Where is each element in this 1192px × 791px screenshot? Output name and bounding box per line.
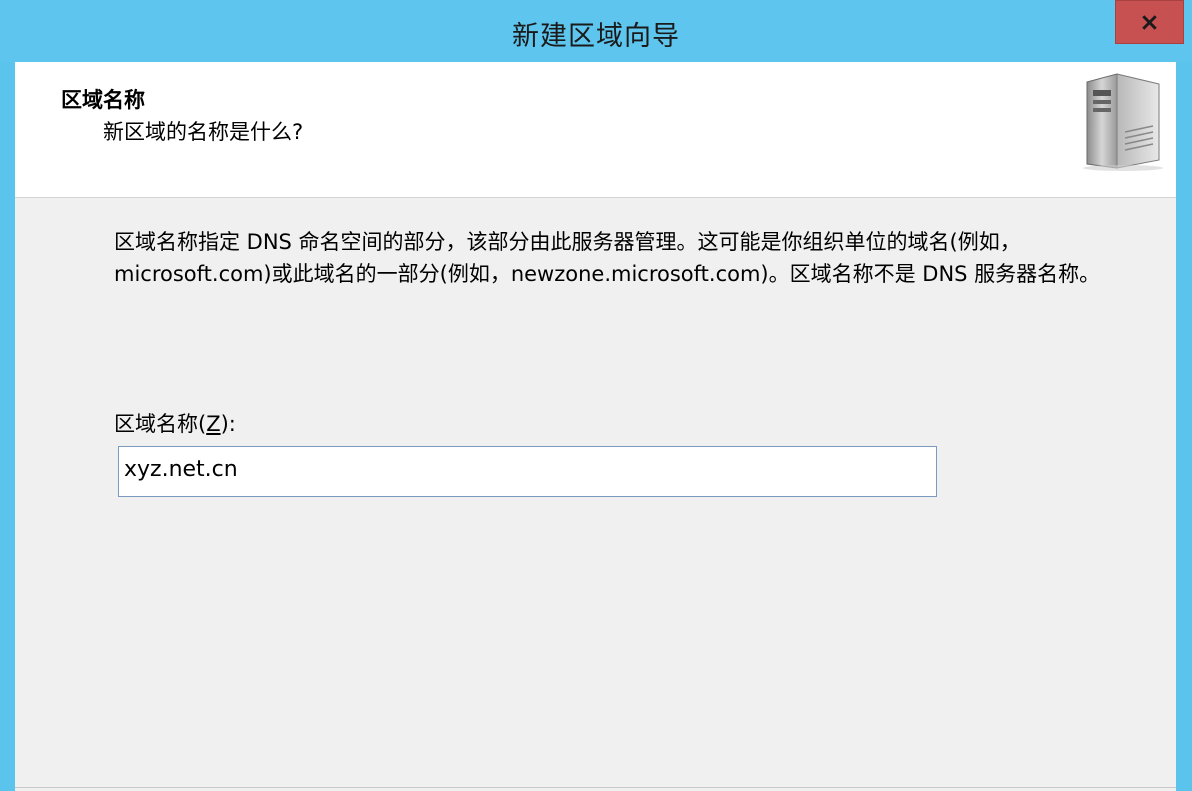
bottom-divider [15, 787, 1176, 791]
close-icon [1142, 15, 1157, 30]
close-button[interactable] [1115, 0, 1184, 44]
page-title: 区域名称 [61, 88, 145, 112]
zone-name-label-text: 区域名称( [114, 412, 207, 436]
zone-name-label: 区域名称(Z): [114, 408, 236, 438]
zone-name-label-suffix: ): [220, 412, 236, 436]
server-icon [1083, 73, 1163, 171]
zone-name-label-mnemonic: Z [206, 412, 221, 436]
window-title: 新建区域向导 [512, 21, 680, 52]
wizard-window: 新建区域向导 区域名称 新区域的名称是什么? 区域名称指定 DNS 命名空间的部… [0, 0, 1192, 791]
zone-name-input[interactable] [118, 446, 937, 497]
wizard-content: 区域名称 新区域的名称是什么? 区域名称指定 DNS 命名空间的部分，该部分由此… [15, 62, 1176, 791]
zone-description: 区域名称指定 DNS 命名空间的部分，该部分由此服务器管理。这可能是你组织单位的… [114, 230, 1101, 286]
wizard-header: 区域名称 新区域的名称是什么? [15, 62, 1176, 198]
page-subtitle: 新区域的名称是什么? [103, 120, 304, 144]
title-bar[interactable]: 新建区域向导 [0, 0, 1192, 62]
